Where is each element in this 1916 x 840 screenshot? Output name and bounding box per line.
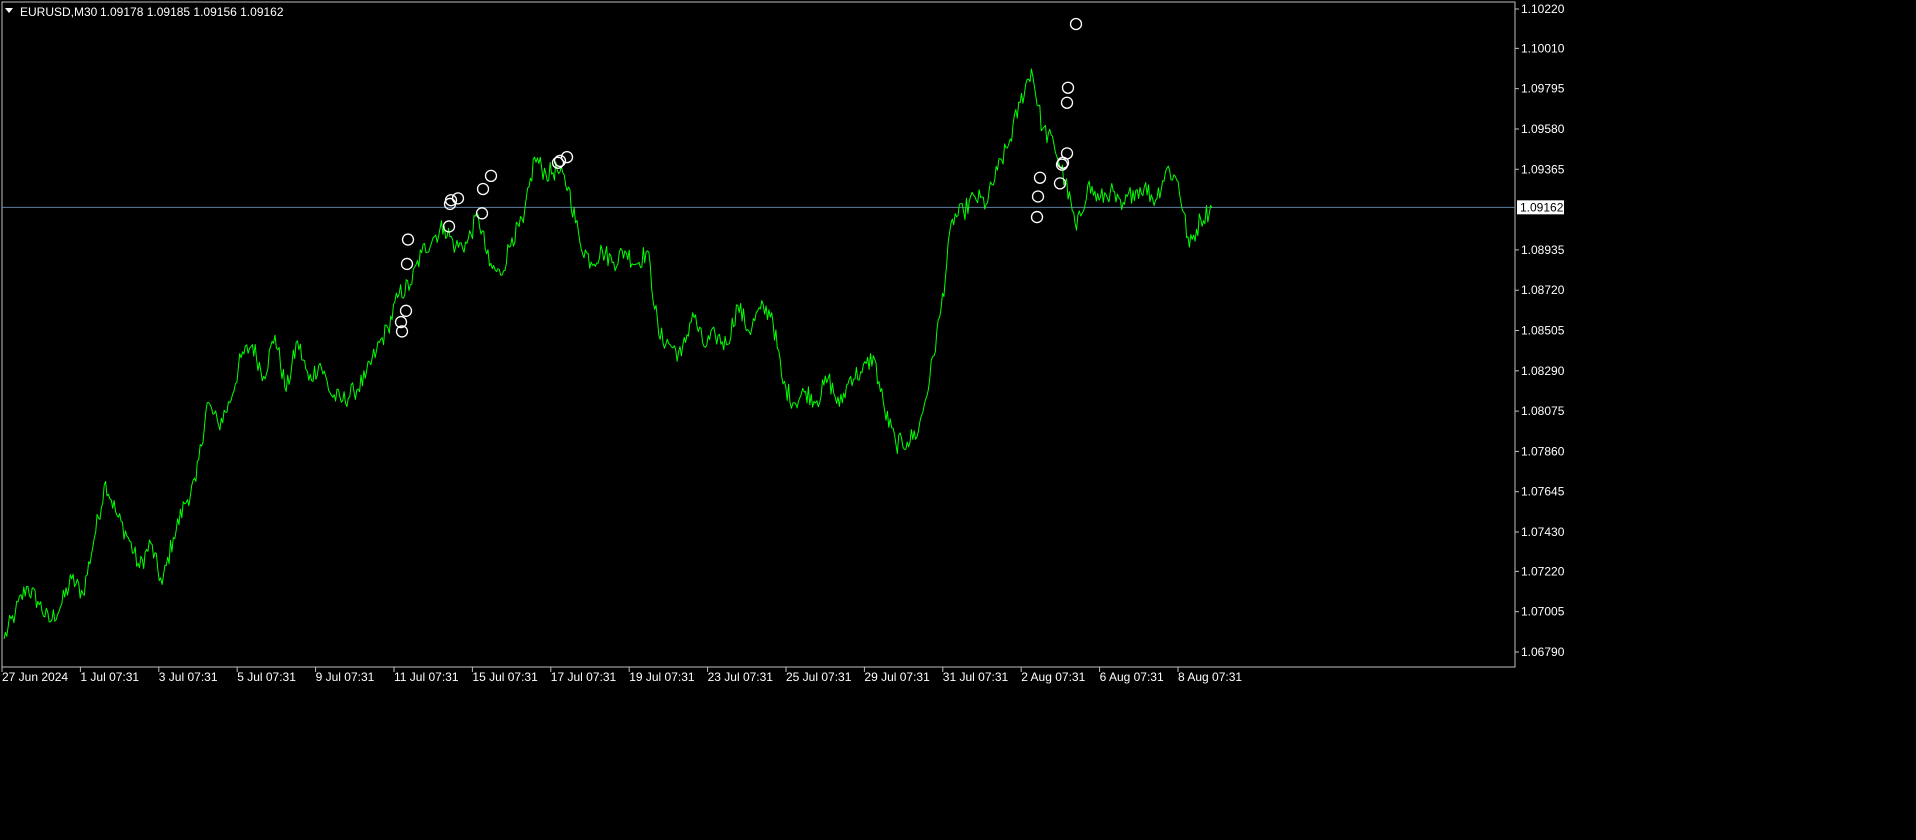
y-tick-label: 1.06790	[1521, 645, 1565, 659]
price-chart[interactable]: EURUSD,M30 1.09178 1.09185 1.09156 1.091…	[0, 0, 1916, 840]
y-tick-label: 1.10220	[1521, 2, 1565, 16]
y-tick-label: 1.08720	[1521, 283, 1565, 297]
current-price-label: 1.09162	[1520, 200, 1564, 214]
y-tick-label: 1.07645	[1521, 485, 1565, 499]
y-tick-label: 1.07430	[1521, 525, 1565, 539]
x-tick-label: 25 Jul 07:31	[786, 670, 852, 684]
x-tick-label: 27 Jun 2024	[2, 670, 68, 684]
x-tick-label: 19 Jul 07:31	[629, 670, 695, 684]
y-tick-label: 1.07220	[1521, 564, 1565, 578]
y-tick-label: 1.08290	[1521, 364, 1565, 378]
y-tick-label: 1.10010	[1521, 41, 1565, 55]
x-tick-label: 29 Jul 07:31	[864, 670, 930, 684]
y-tick-label: 1.08505	[1521, 324, 1565, 338]
x-tick-label: 31 Jul 07:31	[943, 670, 1009, 684]
y-tick-label: 1.07005	[1521, 605, 1565, 619]
x-tick-label: 9 Jul 07:31	[316, 670, 375, 684]
x-tick-label: 15 Jul 07:31	[472, 670, 538, 684]
y-tick-label: 1.08935	[1521, 243, 1565, 257]
y-tick-label: 1.09580	[1521, 122, 1565, 136]
chart-background	[0, 0, 1916, 840]
ohlc-values: 1.09178 1.09185 1.09156 1.09162	[100, 5, 284, 19]
x-tick-label: 1 Jul 07:31	[80, 670, 139, 684]
x-tick-label: 6 Aug 07:31	[1100, 670, 1164, 684]
x-tick-label: 2 Aug 07:31	[1021, 670, 1085, 684]
header: EURUSD,M30 1.09178 1.09185 1.09156 1.091…	[5, 5, 284, 19]
y-tick-label: 1.08075	[1521, 404, 1565, 418]
x-tick-label: 3 Jul 07:31	[159, 670, 218, 684]
y-tick-label: 1.09795	[1521, 82, 1565, 96]
y-tick-label: 1.07860	[1521, 444, 1565, 458]
x-tick-label: 11 Jul 07:31	[394, 670, 459, 684]
x-tick-label: 8 Aug 07:31	[1178, 670, 1242, 684]
x-tick-label: 17 Jul 07:31	[551, 670, 617, 684]
x-tick-label: 23 Jul 07:31	[708, 670, 774, 684]
x-tick-label: 5 Jul 07:31	[237, 670, 296, 684]
y-tick-label: 1.09365	[1521, 162, 1565, 176]
symbol-label: EURUSD,M30	[20, 5, 98, 19]
